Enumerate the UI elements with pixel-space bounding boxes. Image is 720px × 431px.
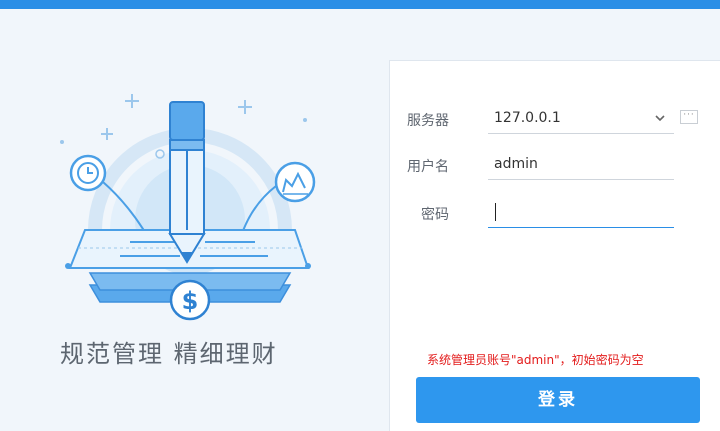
username-label: 用户名	[407, 159, 449, 175]
password-input[interactable]	[488, 196, 674, 226]
username-row: 用户名 admin	[390, 148, 720, 180]
chevron-down-icon[interactable]	[654, 112, 666, 124]
default-account-hint: 系统管理员账号"admin"，初始密码为空	[427, 353, 644, 367]
pencil-icon	[168, 101, 206, 264]
text-caret	[495, 203, 496, 221]
server-more-button[interactable]: ···	[680, 110, 698, 124]
clock-icon	[69, 154, 107, 192]
chart-icon	[274, 161, 316, 203]
login-panel: 服务器 127.0.0.1 ··· 用户名 admin 密码 系统管理员账号"a…	[389, 60, 720, 431]
top-bar	[0, 0, 720, 9]
password-row: 密码	[390, 196, 720, 228]
ellipsis-icon: ···	[683, 110, 695, 120]
server-label: 服务器	[407, 113, 449, 129]
server-row: 服务器 127.0.0.1 ···	[390, 102, 720, 134]
password-label: 密码	[421, 207, 449, 223]
svg-text:$: $	[182, 287, 199, 315]
server-value: 127.0.0.1	[494, 110, 561, 126]
finance-illustration: $	[60, 94, 316, 321]
dollar-icon: $	[169, 279, 211, 321]
username-field[interactable]: admin	[488, 148, 674, 180]
username-value: admin	[494, 156, 538, 172]
server-select[interactable]: 127.0.0.1	[488, 102, 674, 134]
login-button[interactable]: 登录	[416, 377, 700, 423]
slogan: 规范管理 精细理财	[60, 340, 278, 368]
password-field[interactable]	[488, 196, 674, 228]
